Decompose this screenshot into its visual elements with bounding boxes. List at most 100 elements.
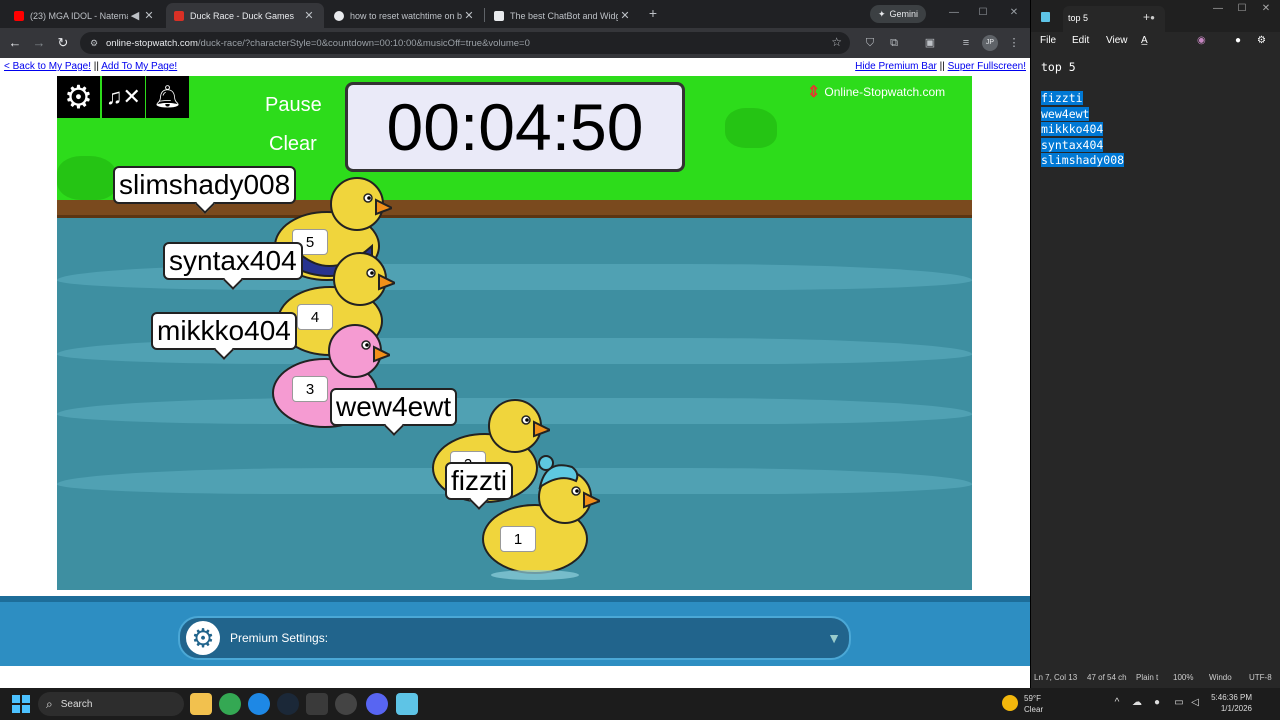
text-line: mikkko404 bbox=[1041, 122, 1104, 136]
super-fullscreen-link[interactable]: Super Fullscreen! bbox=[948, 61, 1026, 72]
weather-widget[interactable]: 59°F Clear bbox=[1002, 692, 1058, 716]
duck-3-name-label: mikkko404 bbox=[151, 312, 297, 350]
windows-start-icon[interactable] bbox=[12, 695, 30, 713]
web-page: < Back to My Page! || Add To My Page! Hi… bbox=[0, 58, 1030, 688]
line-ending: Windo bbox=[1209, 673, 1232, 682]
steam-icon[interactable] bbox=[277, 693, 299, 715]
taskbar-search[interactable]: ⌕ Search bbox=[38, 692, 184, 716]
close-icon[interactable]: ✕ bbox=[462, 9, 476, 22]
edge-icon[interactable] bbox=[248, 693, 270, 715]
add-to-my-page-link[interactable]: Add To My Page! bbox=[101, 61, 177, 72]
new-tab-button[interactable]: + bbox=[646, 5, 660, 23]
duck-beak bbox=[375, 198, 392, 216]
notepad-taskbar-icon[interactable] bbox=[396, 693, 418, 715]
discord-icon[interactable] bbox=[366, 693, 388, 715]
encoding: UTF-8 bbox=[1249, 673, 1272, 682]
menu-edit[interactable]: Edit bbox=[1072, 35, 1089, 46]
duck-3-number: 3 bbox=[292, 376, 328, 402]
file-explorer-icon[interactable] bbox=[190, 693, 212, 715]
cursor-position: Ln 7, Col 13 bbox=[1034, 673, 1078, 682]
updown-arrow-icon: ⇕ bbox=[807, 84, 821, 101]
chrome-icon[interactable] bbox=[219, 693, 241, 715]
browser-window: (23) MGA IDOL - Nateman ◀︎ ✕ Duck Race -… bbox=[0, 0, 1030, 688]
media-controls-icon[interactable]: ≡ bbox=[958, 35, 974, 51]
notepad-icon bbox=[1041, 12, 1050, 22]
onedrive-icon[interactable]: ☁ bbox=[1130, 697, 1144, 711]
youtube-icon bbox=[14, 10, 24, 21]
system-clock[interactable]: 5:46:36 PM 1/1/2026 bbox=[1204, 692, 1252, 714]
copilot-icon[interactable]: ◉ bbox=[1197, 35, 1206, 46]
bell-volume-icon[interactable]: 🔔︎ bbox=[146, 76, 189, 118]
menu-file[interactable]: File bbox=[1040, 35, 1056, 46]
tab-duck-race[interactable]: Duck Race - Duck Games ✕ bbox=[166, 3, 324, 28]
settings-gear-icon[interactable]: ⚙ bbox=[1257, 35, 1266, 46]
music-off-icon[interactable]: ♫✕ bbox=[102, 76, 145, 118]
puzzle-extension-icon[interactable]: ⧉ bbox=[886, 35, 902, 51]
bookmark-star-icon[interactable]: ☆ bbox=[831, 35, 842, 49]
site-info-icon[interactable]: ⚙ bbox=[88, 37, 100, 49]
premium-settings-panel[interactable]: ⚙ Premium Settings: ▼ bbox=[178, 616, 851, 660]
volume-icon[interactable]: ◁ bbox=[1188, 697, 1202, 711]
pause-button[interactable]: Pause bbox=[265, 94, 322, 117]
duck-4-number: 4 bbox=[297, 304, 333, 330]
gemini-label: Gemini bbox=[889, 9, 919, 19]
obs-icon[interactable] bbox=[335, 693, 357, 715]
close-icon[interactable]: ✕ bbox=[302, 9, 316, 22]
address-bar[interactable]: ⚙ online-stopwatch.com/duck-race/?charac… bbox=[80, 32, 850, 54]
menu-view[interactable]: View bbox=[1106, 35, 1128, 46]
tab-chatbot[interactable]: The best ChatBot and Widgets ✕ bbox=[486, 3, 640, 28]
notepad-tab-title: top 5 bbox=[1068, 13, 1089, 23]
minimize-icon[interactable]: — bbox=[944, 4, 964, 22]
gemini-button[interactable]: ✦ Gemini bbox=[870, 5, 927, 23]
notepad-text-area[interactable]: top 5 fizzti wew4ewt mikkko404 syntax404… bbox=[1041, 60, 1271, 169]
notepad-tab-strip: top 5 ● + — ☐ ✕ bbox=[1031, 0, 1280, 32]
right-links: Hide Premium Bar || Super Fullscreen! bbox=[855, 61, 1026, 72]
unsaved-dot-icon[interactable]: ● bbox=[1150, 13, 1155, 22]
tab-google-search[interactable]: how to reset watchtime on bot ✕ bbox=[326, 3, 484, 28]
maximize-icon[interactable]: ☐ bbox=[1233, 3, 1251, 17]
clock-date: 1/1/2026 bbox=[1220, 704, 1252, 713]
top-links: < Back to My Page! || Add To My Page! bbox=[4, 61, 177, 72]
tab-title: The best ChatBot and Widgets bbox=[510, 10, 618, 21]
back-to-my-page-link[interactable]: < Back to My Page! bbox=[4, 61, 91, 72]
shield-extension-icon[interactable]: ⛉ bbox=[862, 35, 878, 51]
kebab-menu-icon[interactable]: ⋮ bbox=[1006, 35, 1022, 51]
back-arrow-icon[interactable]: ← bbox=[6, 34, 24, 52]
text-line: slimshady008 bbox=[1041, 153, 1125, 167]
new-tab-icon[interactable]: + bbox=[1143, 10, 1150, 24]
forward-arrow-icon[interactable]: → bbox=[30, 34, 48, 52]
premium-bar: ⚙ Premium Settings: ▼ bbox=[0, 596, 1030, 666]
speaker-icon[interactable]: ◀︎ bbox=[128, 9, 142, 22]
active-app-icon[interactable] bbox=[306, 693, 328, 715]
hide-premium-bar-link[interactable]: Hide Premium Bar bbox=[855, 61, 937, 72]
microphone-icon[interactable]: ● bbox=[1150, 697, 1164, 711]
account-icon[interactable]: ● bbox=[1235, 35, 1241, 46]
bush bbox=[725, 108, 777, 148]
text-line-title: top 5 bbox=[1041, 60, 1076, 74]
minimize-icon[interactable]: — bbox=[1209, 3, 1227, 17]
zoom-level: 100% bbox=[1173, 673, 1194, 682]
countdown-timer: 00:04:50 bbox=[345, 82, 685, 172]
close-icon[interactable]: ✕ bbox=[618, 9, 632, 22]
online-stopwatch-logo[interactable]: ⇕ Online-Stopwatch.com bbox=[807, 82, 945, 102]
close-window-icon[interactable]: ✕ bbox=[1004, 4, 1024, 22]
maximize-icon[interactable]: ☐ bbox=[973, 4, 993, 22]
reload-icon[interactable]: ↻ bbox=[54, 34, 72, 52]
notepad-menu-bar: File Edit View A̲ ◉ ● ⚙ bbox=[1031, 32, 1280, 54]
clear-button[interactable]: Clear bbox=[269, 133, 317, 156]
settings-gear-icon[interactable]: ⚙ bbox=[57, 76, 100, 118]
weather-desc: Clear bbox=[1024, 705, 1044, 714]
profile-avatar[interactable]: JP bbox=[982, 35, 998, 51]
close-window-icon[interactable]: ✕ bbox=[1257, 3, 1275, 17]
duck-5-name-label: slimshady008 bbox=[113, 166, 297, 204]
tab-divider bbox=[484, 8, 485, 22]
chevron-up-icon[interactable]: ^ bbox=[1110, 697, 1124, 711]
cast-icon[interactable]: ▣ bbox=[922, 35, 938, 51]
google-icon bbox=[334, 10, 344, 21]
url-host: online-stopwatch.com bbox=[106, 37, 198, 49]
format-icon[interactable]: A̲ bbox=[1141, 35, 1148, 46]
tab-youtube[interactable]: (23) MGA IDOL - Nateman ◀︎ ✕ bbox=[6, 3, 164, 28]
close-icon[interactable]: ✕ bbox=[142, 9, 156, 22]
network-icon[interactable]: ▭ bbox=[1172, 697, 1186, 711]
chevron-down-icon[interactable]: ▼ bbox=[827, 630, 841, 646]
